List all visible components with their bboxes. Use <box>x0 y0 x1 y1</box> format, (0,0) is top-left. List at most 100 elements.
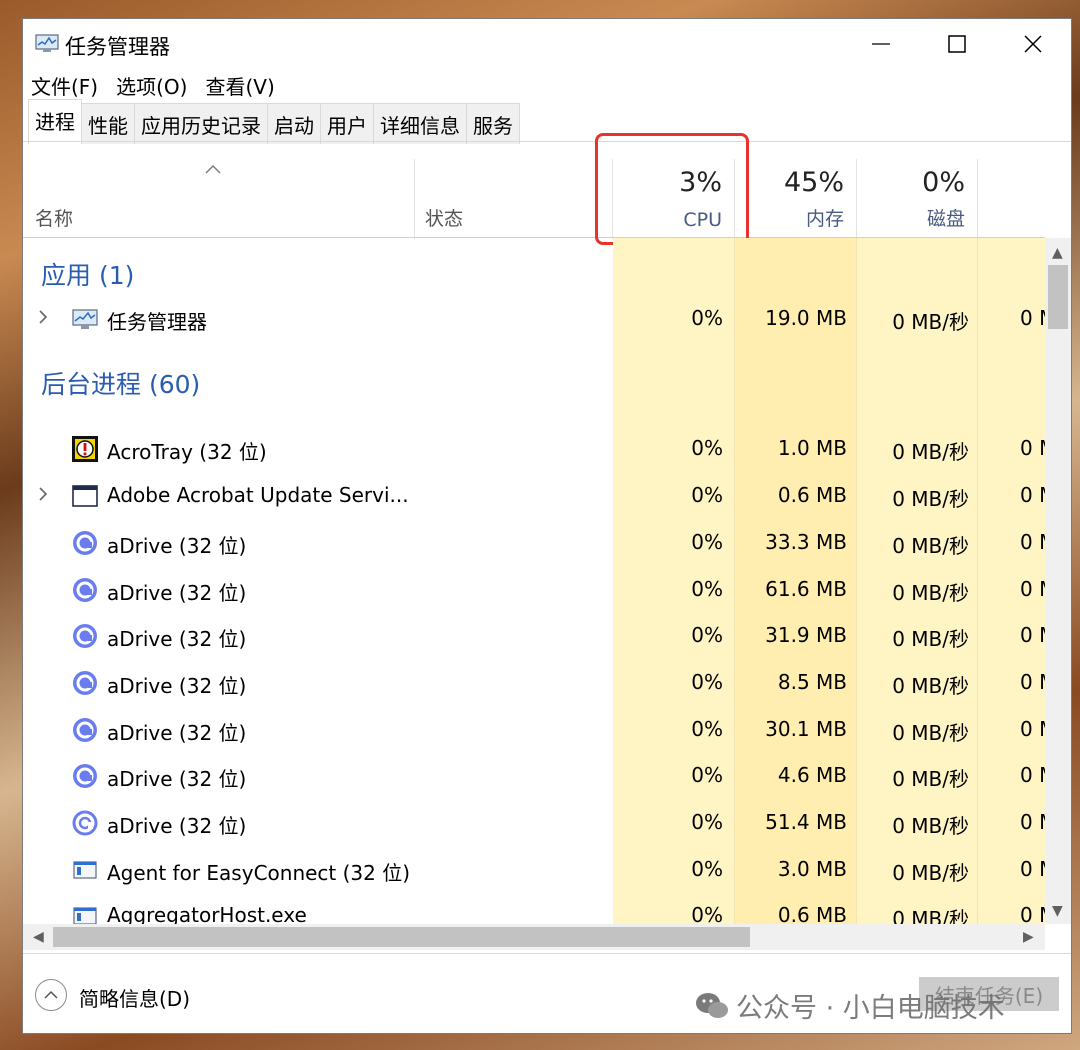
column-network[interactable]: 0% 网络 <box>978 159 1045 239</box>
column-status[interactable]: 状态 <box>415 159 613 239</box>
process-memory: 4.6 MB <box>777 763 847 787</box>
process-memory: 3.0 MB <box>777 857 847 881</box>
adrive-icon <box>73 624 97 648</box>
service-icon <box>73 861 97 879</box>
process-disk: 0 MB/秒 <box>892 440 969 464</box>
minimize-button[interactable] <box>841 19 921 69</box>
process-row[interactable]: AggregatorHost.exe 0% 0.6 MB 0 MB/秒 0 Mb… <box>23 893 1045 924</box>
vertical-scrollbar[interactable] <box>1045 238 1071 924</box>
process-name: aDrive (32 位) <box>107 767 247 791</box>
process-disk: 0 MB/秒 <box>892 907 969 924</box>
process-network: 0 Mbps <box>1020 530 1045 554</box>
menu-view[interactable]: 查看(V) <box>203 69 276 99</box>
column-status-label: 状态 <box>425 208 464 230</box>
process-row[interactable]: aDrive (32 位) 0% 51.4 MB 0 MB/秒 0 Mbps <box>23 800 1045 846</box>
column-memory[interactable]: 45% 内存 <box>735 159 857 239</box>
process-name: 任务管理器 <box>107 310 207 334</box>
process-row[interactable]: aDrive (32 位) 0% 8.5 MB 0 MB/秒 0 Mbps <box>23 660 1045 706</box>
process-row[interactable]: aDrive (32 位) 0% 4.6 MB 0 MB/秒 0 Mbps <box>23 753 1045 799</box>
process-row[interactable]: aDrive (32 位) 0% 31.9 MB 0 MB/秒 0 Mbps <box>23 613 1045 659</box>
process-name: aDrive (32 位) <box>107 674 247 698</box>
close-icon <box>1024 35 1042 53</box>
fewer-details-label[interactable]: 简略信息(D) <box>79 983 190 1012</box>
tab-divider <box>23 141 1071 142</box>
process-cpu: 0% <box>691 670 723 694</box>
scroll-left-icon[interactable]: ◀ <box>33 929 44 945</box>
tab-details[interactable]: 详细信息 <box>373 103 467 144</box>
task-manager-window: 任务管理器 文件(F) 选项(O) 查看(V) 进程 性能 应用历史记录 启动 … <box>22 18 1072 1034</box>
process-row[interactable]: aDrive (32 位) 0% 33.3 MB 0 MB/秒 0 Mbps <box>23 520 1045 566</box>
close-button[interactable] <box>993 19 1071 69</box>
process-name: Agent for EasyConnect (32 位) <box>107 861 411 885</box>
column-disk-label: 磁盘 <box>926 208 965 230</box>
process-row[interactable]: Agent for EasyConnect (32 位) 0% 3.0 MB 0… <box>23 847 1045 893</box>
process-disk: 0 MB/秒 <box>892 487 969 511</box>
process-disk: 0 MB/秒 <box>892 627 969 651</box>
process-name: aDrive (32 位) <box>107 581 247 605</box>
maximize-icon <box>948 35 966 53</box>
vertical-scroll-thumb[interactable] <box>1048 265 1068 329</box>
scroll-right-icon[interactable]: ▶ <box>1023 929 1034 945</box>
process-row[interactable]: Adobe Acrobat Update Servi... 0% 0.6 MB … <box>23 473 1045 519</box>
menu-bar: 文件(F) 选项(O) 查看(V) <box>29 69 277 99</box>
process-cpu: 0% <box>691 623 723 647</box>
process-cpu: 0% <box>691 857 723 881</box>
fewer-details-button[interactable] <box>35 979 67 1011</box>
column-name-label: 名称 <box>35 208 74 230</box>
process-network: 0 Mbps <box>1020 717 1045 741</box>
process-disk: 0 MB/秒 <box>892 534 969 558</box>
menu-file[interactable]: 文件(F) <box>29 69 100 99</box>
column-name[interactable]: 名称 <box>23 159 415 239</box>
tab-strip: 进程 性能 应用历史记录 启动 用户 详细信息 服务 <box>28 99 520 144</box>
chevron-right-icon[interactable] <box>37 309 49 325</box>
column-memory-label: 内存 <box>805 208 844 230</box>
process-memory: 1.0 MB <box>777 436 847 460</box>
process-memory: 51.4 MB <box>765 810 847 834</box>
process-disk: 0 MB/秒 <box>892 721 969 745</box>
adrive-icon <box>72 810 98 836</box>
tab-processes[interactable]: 进程 <box>28 99 82 144</box>
process-row[interactable]: aDrive (32 位) 0% 30.1 MB 0 MB/秒 0 Mbps <box>23 707 1045 753</box>
process-row[interactable]: AcroTray (32 位) 0% 1.0 MB 0 MB/秒 0 Mbps <box>23 426 1045 472</box>
process-memory: 19.0 MB <box>765 306 847 330</box>
minimize-icon <box>872 43 890 45</box>
acrotray-icon <box>72 436 98 462</box>
tab-users[interactable]: 用户 <box>320 103 374 144</box>
process-row[interactable]: aDrive (32 位) 0% 61.6 MB 0 MB/秒 0 Mbps <box>23 567 1045 613</box>
scroll-up-icon[interactable]: ▲ <box>1052 245 1063 261</box>
process-disk: 0 MB/秒 <box>892 861 969 885</box>
menu-options[interactable]: 选项(O) <box>114 69 189 99</box>
process-cpu: 0% <box>691 436 723 460</box>
process-cpu: 0% <box>691 810 723 834</box>
memory-total-percent: 45% <box>783 167 844 198</box>
process-row[interactable]: 任务管理器 0% 19.0 MB 0 MB/秒 0 Mbps <box>23 296 1045 342</box>
tab-startup[interactable]: 启动 <box>267 103 321 144</box>
process-network: 0 Mbps <box>1020 306 1045 330</box>
wechat-icon <box>696 992 728 1018</box>
process-name: AggregatorHost.exe <box>107 903 307 924</box>
cpu-column-highlight-box <box>595 133 749 245</box>
process-list: 应用 (1) 任务管理器 0% 19.0 MB 0 MB/秒 0 Mbps 后台… <box>23 238 1045 924</box>
process-disk: 0 MB/秒 <box>892 814 969 838</box>
process-memory: 30.1 MB <box>765 717 847 741</box>
chevron-up-icon <box>44 990 58 999</box>
horizontal-scroll-thumb[interactable] <box>53 927 750 947</box>
maximize-button[interactable] <box>917 19 997 69</box>
process-memory: 31.9 MB <box>765 623 847 647</box>
column-disk[interactable]: 0% 磁盘 <box>857 159 978 239</box>
tab-performance[interactable]: 性能 <box>81 103 135 144</box>
process-cpu: 0% <box>691 306 723 330</box>
process-name: AcroTray (32 位) <box>107 440 267 464</box>
chevron-right-icon[interactable] <box>37 486 49 502</box>
watermark: 公众号 · 小白电脑技术 <box>694 986 1005 1025</box>
process-network: 0 Mbps <box>1020 810 1045 834</box>
scroll-down-icon[interactable]: ▼ <box>1052 903 1063 919</box>
process-name: Adobe Acrobat Update Servi... <box>107 483 409 507</box>
process-network: 0 Mbps <box>1020 483 1045 507</box>
group-apps-title[interactable]: 应用 (1) <box>41 256 134 292</box>
adrive-icon <box>73 718 97 742</box>
group-background-title[interactable]: 后台进程 (60) <box>41 365 200 401</box>
tab-app-history[interactable]: 应用历史记录 <box>134 103 268 144</box>
tab-services[interactable]: 服务 <box>466 103 520 144</box>
process-network: 0 Mbps <box>1020 903 1045 924</box>
